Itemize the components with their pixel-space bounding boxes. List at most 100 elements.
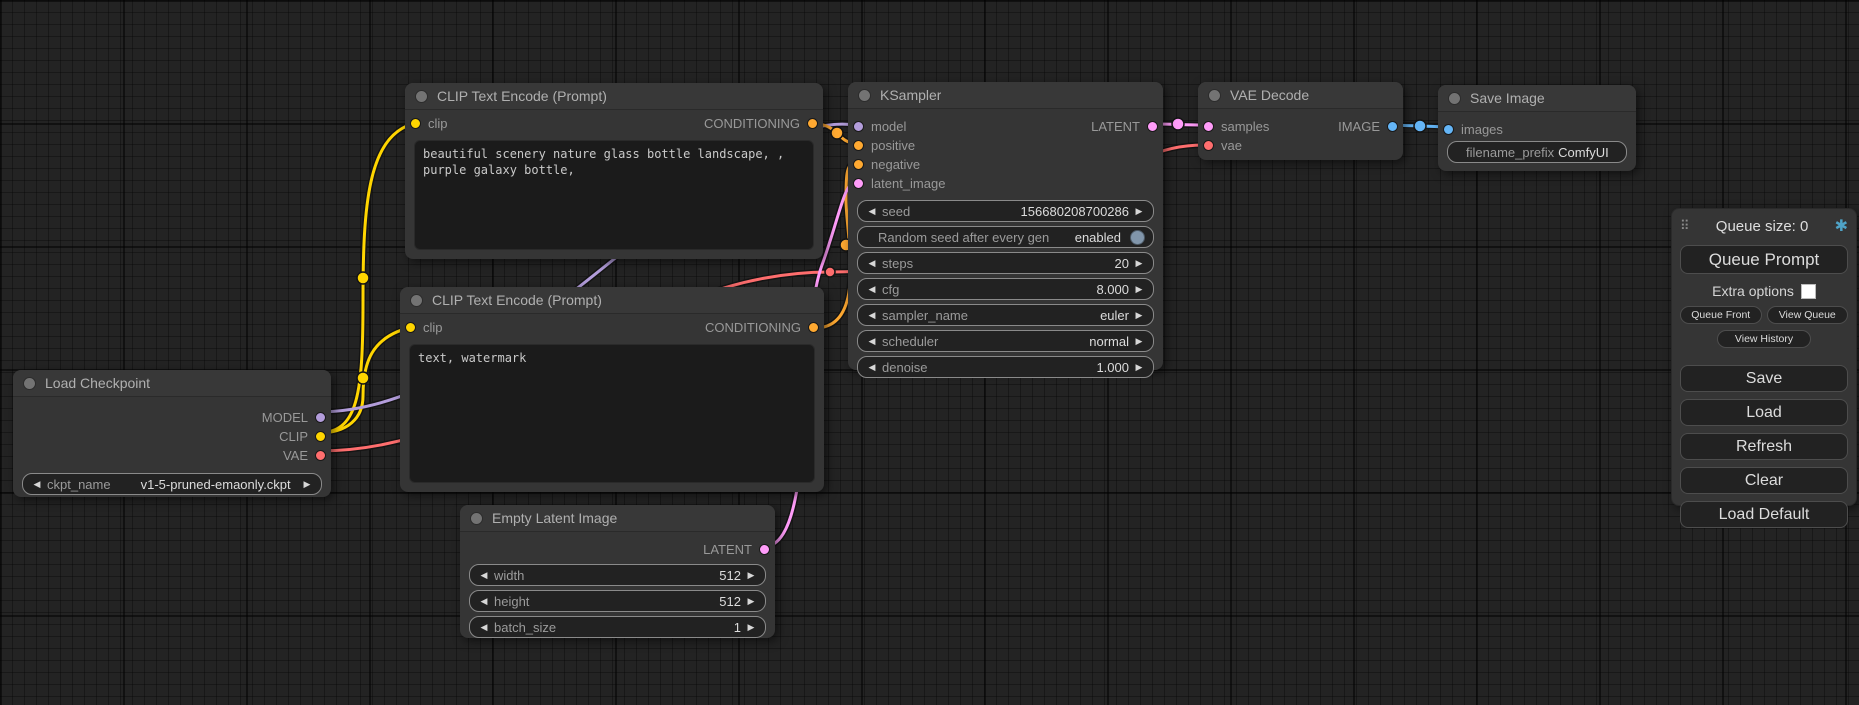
settings-gear-icon[interactable]: ✱ [1835,216,1848,236]
widget-value: 512 [719,568,741,583]
widget-label: steps [882,256,913,271]
toggle-enabled-icon[interactable] [1130,230,1145,245]
collapse-dot-icon[interactable] [858,89,871,102]
increment-arrow-icon[interactable]: ▶ [1133,336,1145,347]
widget-sampler-name[interactable]: ◀ sampler_name euler ▶ [857,304,1154,326]
collapse-dot-icon[interactable] [23,377,36,390]
queue-prompt-button[interactable]: Queue Prompt [1680,245,1848,274]
widget-cfg[interactable]: ◀ cfg 8.000 ▶ [857,278,1154,300]
decrement-arrow-icon[interactable]: ◀ [866,336,878,347]
widget-steps[interactable]: ◀ steps 20 ▶ [857,252,1154,274]
decrement-arrow-icon[interactable]: ◀ [478,622,490,633]
decrement-arrow-icon[interactable]: ◀ [478,570,490,581]
refresh-button[interactable]: Refresh [1680,433,1848,460]
node-clip-text-encode-negative[interactable]: CLIP Text Encode (Prompt) clip CONDITION… [400,287,824,492]
node-header[interactable]: KSampler [848,82,1163,109]
collapse-dot-icon[interactable] [415,90,428,103]
input-slot-positive[interactable] [853,140,864,151]
widget-value: 1 [734,620,741,635]
widget-batch-size[interactable]: ◀ batch_size 1 ▶ [469,616,766,638]
collapse-dot-icon[interactable] [1448,92,1461,105]
increment-arrow-icon[interactable]: ▶ [1133,284,1145,295]
positive-prompt-textarea[interactable]: beautiful scenery nature glass bottle la… [414,140,814,250]
node-header[interactable]: VAE Decode [1198,82,1403,109]
decrement-arrow-icon[interactable]: ◀ [866,258,878,269]
input-slot-clip[interactable] [410,118,421,129]
widget-value: 20 [1115,256,1129,271]
node-header[interactable]: Empty Latent Image [460,505,775,532]
output-label-image: IMAGE [1338,119,1380,134]
output-slot-vae[interactable] [315,450,326,461]
node-empty-latent-image[interactable]: Empty Latent Image LATENT ◀ width 512 ▶ … [460,505,775,638]
decrement-arrow-icon[interactable]: ◀ [866,310,878,321]
load-default-button[interactable]: Load Default [1680,501,1848,528]
output-slot-image[interactable] [1387,121,1398,132]
decrement-arrow-icon[interactable]: ◀ [866,362,878,373]
increment-arrow-icon[interactable]: ▶ [1133,362,1145,373]
extra-options-checkbox[interactable] [1801,284,1816,299]
increment-arrow-icon[interactable]: ▶ [1133,206,1145,217]
clear-button[interactable]: Clear [1680,467,1848,494]
input-slot-model[interactable] [853,121,864,132]
view-queue-button[interactable]: View Queue [1767,306,1849,324]
input-label-clip: clip [428,116,448,131]
drag-handle-icon[interactable]: ⠿ [1680,218,1690,234]
increment-arrow-icon[interactable]: ▶ [745,622,757,633]
node-clip-text-encode-positive[interactable]: CLIP Text Encode (Prompt) clip CONDITION… [405,83,823,259]
collapse-dot-icon[interactable] [410,294,423,307]
widget-value: enabled [1075,230,1121,245]
input-slot-latent-image[interactable] [853,178,864,189]
output-slot-latent[interactable] [1147,121,1158,132]
input-slot-samples[interactable] [1203,121,1214,132]
output-slot-model[interactable] [315,412,326,423]
output-label-clip: CLIP [279,429,308,444]
decrement-arrow-icon[interactable]: ◀ [866,284,878,295]
node-title: CLIP Text Encode (Prompt) [437,88,607,104]
input-slot-vae[interactable] [1203,140,1214,151]
widget-scheduler[interactable]: ◀ scheduler normal ▶ [857,330,1154,352]
node-load-checkpoint[interactable]: Load Checkpoint MODEL CLIP VAE ◀ ckpt_na… [13,370,331,497]
widget-denoise[interactable]: ◀ denoise 1.000 ▶ [857,356,1154,378]
widget-value: normal [1089,334,1129,349]
node-title: Load Checkpoint [45,375,150,391]
node-header[interactable]: CLIP Text Encode (Prompt) [400,287,824,314]
node-save-image[interactable]: Save Image images filename_prefix ComfyU… [1438,85,1636,171]
node-ksampler[interactable]: KSampler model LATENT positive negative … [848,82,1163,370]
node-header[interactable]: Save Image [1438,85,1636,112]
queue-panel: ⠿ Queue size: 0 ✱ Queue Prompt Extra opt… [1671,208,1857,506]
increment-arrow-icon[interactable]: ▶ [745,570,757,581]
widget-label: batch_size [494,620,556,635]
collapse-dot-icon[interactable] [470,512,483,525]
input-slot-clip[interactable] [405,322,416,333]
input-slot-images[interactable] [1443,124,1454,135]
widget-random-seed-toggle[interactable]: Random seed after every gen enabled [857,226,1154,248]
widget-filename-prefix[interactable]: filename_prefix ComfyUI [1447,141,1627,163]
increment-arrow-icon[interactable]: ▶ [1133,310,1145,321]
node-vae-decode[interactable]: VAE Decode samples IMAGE vae [1198,82,1403,160]
output-slot-latent[interactable] [759,544,770,555]
input-slot-negative[interactable] [853,159,864,170]
increment-arrow-icon[interactable]: ▶ [745,596,757,607]
queue-front-button[interactable]: Queue Front [1680,306,1762,324]
decrement-arrow-icon[interactable]: ◀ [478,596,490,607]
widget-height[interactable]: ◀ height 512 ▶ [469,590,766,612]
widget-seed[interactable]: ◀ seed 156680208700286 ▶ [857,200,1154,222]
decrement-arrow-icon[interactable]: ◀ [866,206,878,217]
widget-ckpt-name[interactable]: ◀ ckpt_name v1-5-pruned-emaonly.ckpt ▶ [22,473,322,495]
negative-prompt-textarea[interactable]: text, watermark [409,344,815,483]
save-button[interactable]: Save [1680,365,1848,392]
view-history-button[interactable]: View History [1717,330,1811,348]
load-button[interactable]: Load [1680,399,1848,426]
increment-arrow-icon[interactable]: ▶ [301,479,313,490]
node-graph-canvas[interactable]: Load Checkpoint MODEL CLIP VAE ◀ ckpt_na… [0,0,1859,705]
node-header[interactable]: Load Checkpoint [13,370,331,397]
node-header[interactable]: CLIP Text Encode (Prompt) [405,83,823,110]
widget-width[interactable]: ◀ width 512 ▶ [469,564,766,586]
collapse-dot-icon[interactable] [1208,89,1221,102]
increment-arrow-icon[interactable]: ▶ [1133,258,1145,269]
decrement-arrow-icon[interactable]: ◀ [31,479,43,490]
output-slot-conditioning[interactable] [807,118,818,129]
output-slot-conditioning[interactable] [808,322,819,333]
output-slot-clip[interactable] [315,431,326,442]
widget-label: ckpt_name [47,477,111,492]
